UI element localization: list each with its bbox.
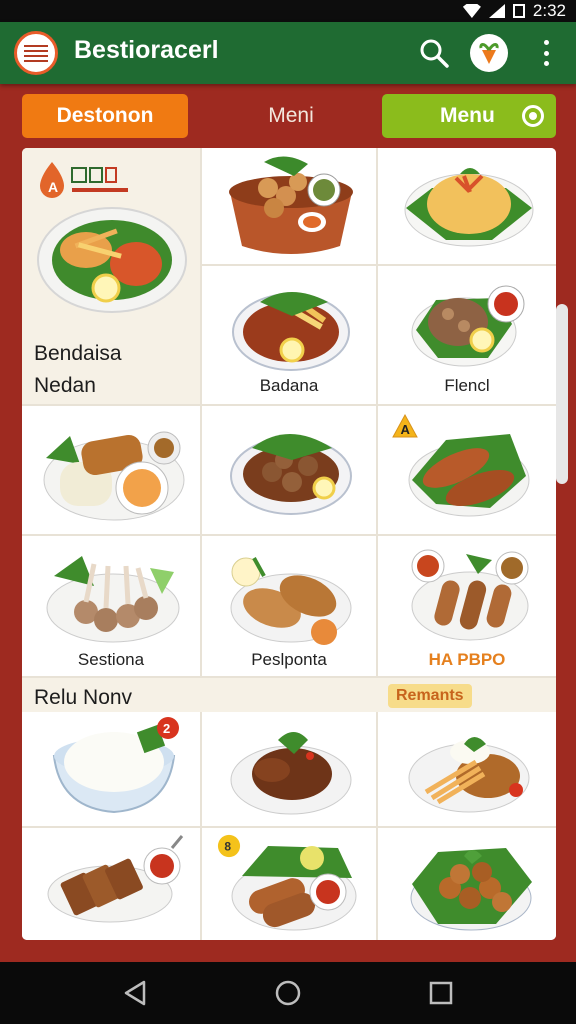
dish-card[interactable] — [22, 828, 202, 940]
dish-name: Flencl — [444, 376, 490, 395]
tab-destonon[interactable]: Destonon — [22, 94, 188, 138]
section-title: Relu Nonv — [34, 686, 133, 709]
menu-grid: A Bendaisa Nedan Badana Flencl A Sestion… — [22, 148, 556, 940]
featured-dish-title: Bendaisa Nedan — [34, 338, 194, 402]
category-tabs: Destonon Meni Menu — [0, 84, 576, 146]
featured-title-line2: Nedan — [34, 374, 96, 397]
remarks-chip[interactable]: Remants — [388, 684, 472, 708]
dish-card[interactable] — [22, 406, 202, 536]
dish-name: HA PBPO — [428, 650, 506, 669]
more-vert-icon[interactable] — [534, 38, 558, 68]
dish-image — [404, 168, 534, 247]
dish-image — [230, 732, 352, 815]
battery-icon — [512, 4, 525, 18]
home-icon[interactable] — [273, 978, 303, 1008]
back-icon[interactable] — [120, 978, 150, 1008]
signal-icon — [488, 4, 505, 18]
dish-card[interactable] — [202, 712, 378, 828]
featured-badge-text: A — [48, 179, 58, 195]
dish-image — [408, 434, 530, 517]
scrollbar[interactable] — [556, 304, 568, 484]
dish-card[interactable] — [378, 712, 556, 828]
tab-meni[interactable]: Meni — [236, 94, 346, 138]
dish-image — [230, 557, 352, 645]
vegetable-button[interactable] — [470, 34, 508, 72]
dish-image: 2 — [52, 717, 179, 814]
system-nav-bar — [0, 962, 576, 1024]
dish-image — [411, 285, 525, 367]
dish-card[interactable]: Peslponta — [202, 536, 378, 678]
dish-card[interactable] — [378, 828, 556, 940]
dish-image — [47, 835, 184, 923]
dish-image — [408, 737, 530, 813]
dish-card[interactable]: A — [378, 406, 556, 536]
featured-dish-card[interactable]: A Bendaisa Nedan — [22, 148, 202, 406]
dish-name: Badana — [259, 376, 319, 395]
dish-image — [411, 549, 529, 641]
dish-name: Peslponta — [251, 650, 327, 669]
status-time: 2:32 — [532, 1, 566, 20]
dish-card[interactable]: HA PBPO — [378, 536, 556, 678]
dish-card[interactable]: Sestiona — [22, 536, 202, 678]
tab-menu[interactable]: Menu — [382, 94, 556, 138]
radio-dot-icon — [522, 105, 544, 127]
dish-card[interactable]: Flencl — [378, 266, 556, 406]
dish-card[interactable] — [202, 148, 378, 266]
status-icons: 2:32 — [462, 0, 566, 22]
app-logo-icon[interactable] — [14, 31, 58, 75]
dish-card[interactable]: 2 — [22, 712, 202, 828]
dish-image — [46, 556, 180, 643]
dish-image — [232, 292, 350, 371]
dish-image — [230, 434, 352, 515]
featured-dish-image — [37, 207, 187, 313]
tab-menu-label: Menu — [440, 104, 495, 127]
rice-badge-text: 2 — [163, 721, 170, 736]
recents-icon[interactable] — [426, 978, 456, 1008]
dish-card[interactable] — [202, 406, 378, 536]
dish-card[interactable]: Badana — [202, 266, 378, 406]
app-title: Bestioracerl — [74, 36, 219, 64]
wifi-icon — [462, 4, 481, 18]
dish-image — [229, 156, 353, 254]
dish-card[interactable] — [378, 148, 556, 266]
status-bar: 2:32 — [0, 0, 576, 22]
dish-card[interactable]: 8 — [202, 828, 378, 940]
vegetable-icon — [479, 43, 499, 64]
dish-name: Sestiona — [77, 650, 145, 669]
app-bar: Bestioracerl — [0, 22, 576, 84]
dish-image — [231, 846, 357, 931]
dish-image — [43, 431, 185, 521]
dish-image — [410, 848, 532, 931]
featured-badge-icon: A — [40, 162, 128, 198]
search-icon[interactable] — [418, 37, 450, 69]
featured-title-line1: Bendaisa — [34, 342, 122, 365]
